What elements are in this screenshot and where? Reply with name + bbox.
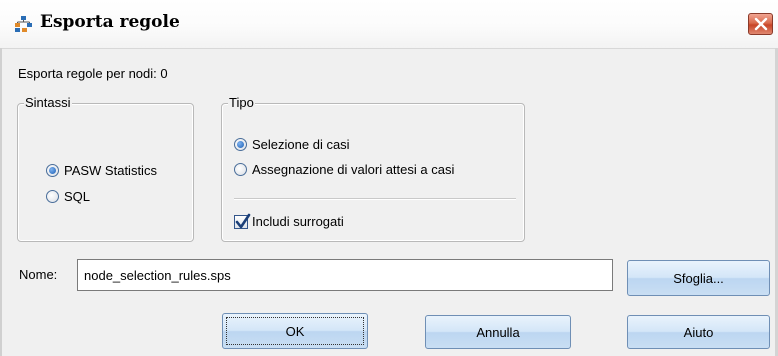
close-icon <box>754 17 768 31</box>
separator <box>234 198 516 200</box>
radio-sql[interactable]: SQL <box>46 189 90 204</box>
checkbox-checked[interactable] <box>234 213 251 229</box>
name-label: Nome: <box>19 267 58 282</box>
checkmark-icon <box>235 213 251 228</box>
tree-nodes-icon <box>14 15 34 33</box>
type-group: Tipo Selezione di casi Assegnazione di v… <box>221 95 525 242</box>
checkbox-label: Includi surrogati <box>252 214 344 229</box>
help-button[interactable]: Aiuto <box>627 315 770 349</box>
nodes-count-label: Esporta regole per nodi: 0 <box>18 66 168 81</box>
cancel-button[interactable]: Annulla <box>425 315 571 349</box>
window-border-left <box>0 48 2 356</box>
export-rules-dialog: Esporta regole Esporta regole per nodi: … <box>0 0 778 356</box>
window-title: Esporta regole <box>40 12 180 32</box>
title-bar[interactable]: Esporta regole <box>0 0 778 49</box>
radio-label: Selezione di casi <box>252 137 350 152</box>
radio-button-checked[interactable] <box>46 164 59 177</box>
radio-label: SQL <box>64 189 91 204</box>
radio-button-checked[interactable] <box>234 138 247 151</box>
radio-assign-expected-values[interactable]: Assegnazione di valori attesi a casi <box>234 162 454 177</box>
filename-input[interactable] <box>77 259 613 291</box>
focus-rectangle <box>226 317 364 345</box>
syntax-group: Sintassi PASW Statistics SQL <box>17 95 194 242</box>
ok-button[interactable]: OK <box>222 313 368 349</box>
radio-case-selection[interactable]: Selezione di casi <box>234 137 350 152</box>
syntax-legend: Sintassi <box>24 95 72 110</box>
close-button[interactable] <box>748 13 773 35</box>
radio-button[interactable] <box>46 190 59 203</box>
type-legend: Tipo <box>228 95 255 110</box>
radio-label: PASW Statistics <box>64 163 157 178</box>
radio-button[interactable] <box>234 163 247 176</box>
checkbox-include-surrogates[interactable]: Includi surrogati <box>234 213 344 229</box>
browse-button[interactable]: Sfoglia... <box>627 260 770 296</box>
radio-pasw-statistics[interactable]: PASW Statistics <box>46 163 157 178</box>
radio-label: Assegnazione di valori attesi a casi <box>252 162 455 177</box>
